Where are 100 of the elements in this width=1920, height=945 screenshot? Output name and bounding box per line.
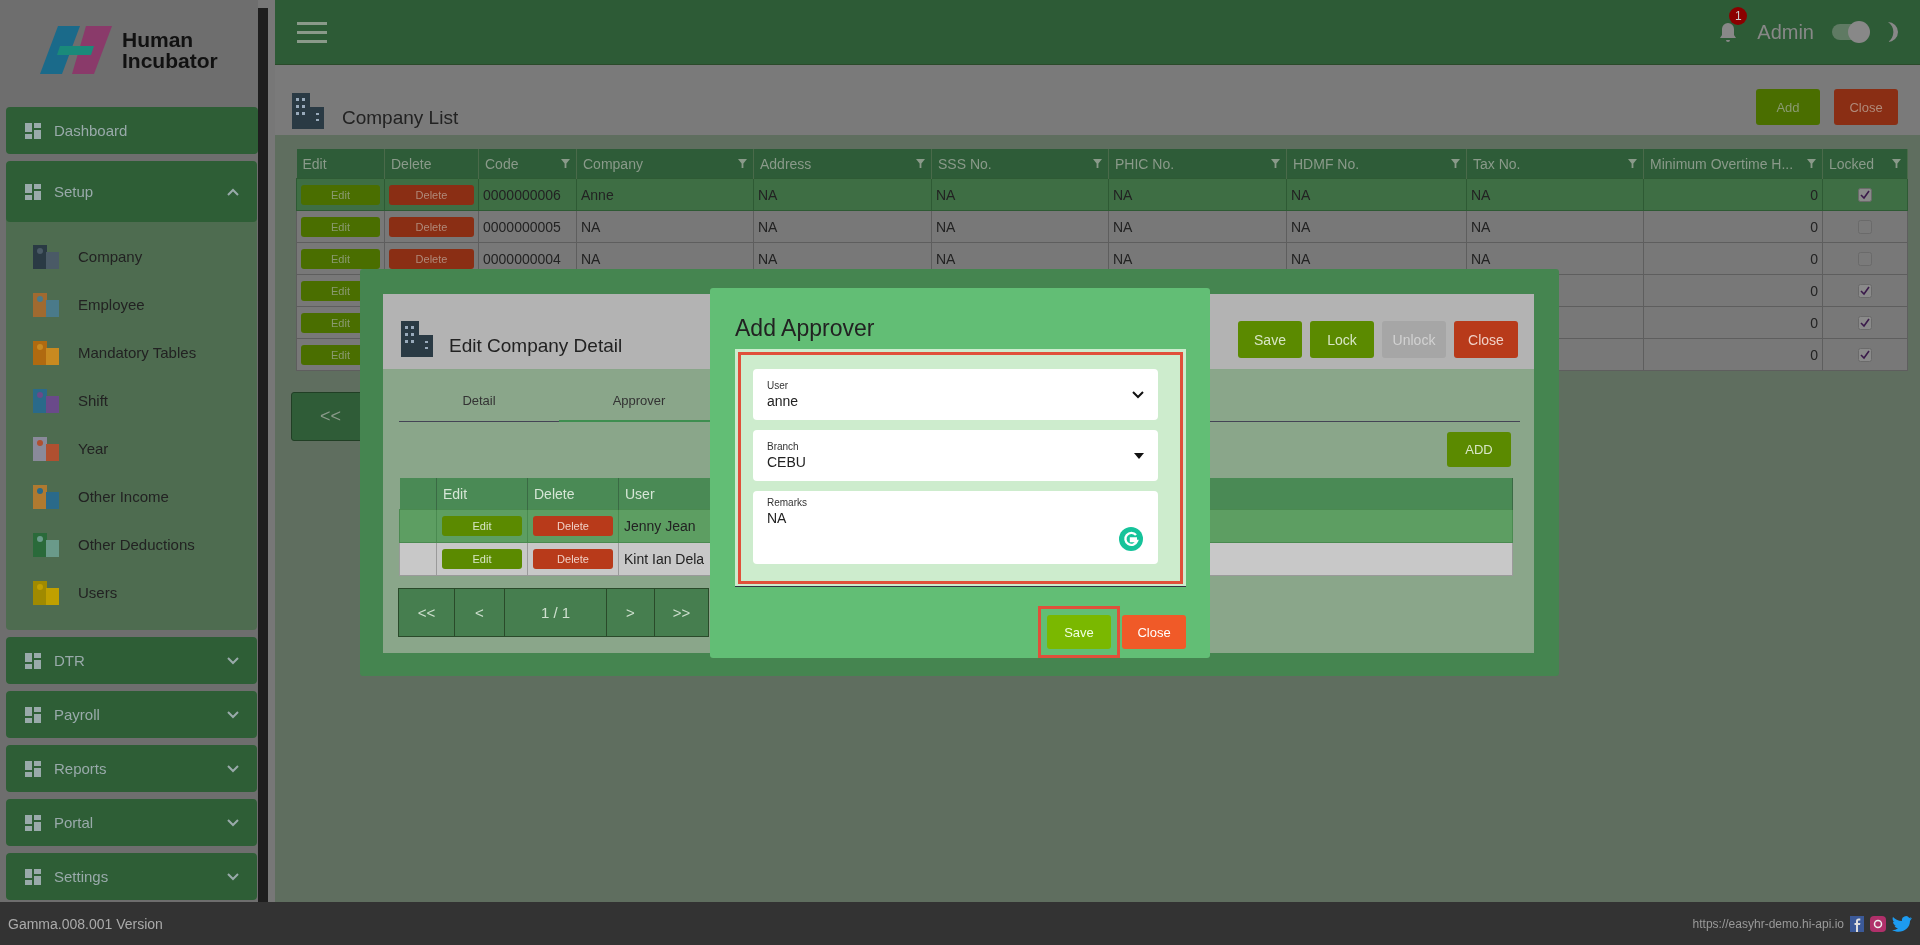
sidebar-group[interactable]: Settings bbox=[6, 853, 257, 900]
dialog-button[interactable]: Save bbox=[1238, 321, 1302, 358]
add-button[interactable]: ADD bbox=[1447, 432, 1511, 467]
column-header[interactable]: HDMF No. bbox=[1286, 149, 1467, 179]
sidebar-item[interactable]: Dashboard bbox=[6, 107, 258, 154]
pager-button[interactable]: > bbox=[606, 588, 655, 637]
delete-button[interactable]: Delete bbox=[533, 516, 613, 536]
table-cell: NA bbox=[758, 218, 778, 235]
table-cell: NA bbox=[581, 218, 601, 235]
remarks-field[interactable]: Remarks NA bbox=[753, 491, 1158, 564]
sidebar-item[interactable]: Shift bbox=[6, 376, 257, 424]
column-header[interactable]: Company bbox=[576, 149, 754, 179]
edit-button[interactable]: Edit bbox=[442, 516, 522, 536]
column-header[interactable]: Code bbox=[478, 149, 577, 179]
delete-button[interactable]: Delete bbox=[389, 216, 474, 237]
delete-button[interactable]: Delete bbox=[389, 184, 474, 205]
sidebar-item[interactable]: Other Deductions bbox=[6, 520, 257, 568]
column-header[interactable]: Address bbox=[753, 149, 932, 179]
facebook-icon[interactable] bbox=[1850, 915, 1864, 932]
filter-icon[interactable] bbox=[1807, 159, 1816, 168]
column-header[interactable]: Locked bbox=[1822, 149, 1908, 179]
sidebar-item[interactable]: Year bbox=[6, 424, 257, 472]
sidebar-item[interactable]: Mandatory Tables bbox=[6, 328, 257, 376]
table-cell: NA bbox=[758, 250, 778, 267]
scrollbar[interactable] bbox=[258, 8, 268, 902]
filter-icon[interactable] bbox=[1892, 159, 1901, 168]
menu-icon[interactable] bbox=[297, 21, 327, 43]
add-button[interactable]: Add bbox=[1756, 89, 1820, 125]
sidebar-group[interactable]: Portal bbox=[6, 799, 257, 846]
sidebar-group[interactable]: DTR bbox=[6, 637, 257, 684]
table-cell: NA bbox=[1471, 218, 1491, 235]
column-header[interactable]: Minimum Overtime H... bbox=[1643, 149, 1823, 179]
bird-icon[interactable] bbox=[1892, 915, 1912, 932]
version-text: Gamma.008.001 Version bbox=[8, 915, 163, 932]
sidebar-group[interactable]: Setup bbox=[6, 161, 257, 222]
moon-icon bbox=[1886, 21, 1900, 43]
table-cell: 0 bbox=[1810, 218, 1818, 235]
column-header[interactable]: Edit bbox=[436, 478, 528, 510]
filter-icon[interactable] bbox=[1628, 159, 1637, 168]
filter-icon[interactable] bbox=[916, 159, 925, 168]
close-button[interactable]: Close bbox=[1122, 615, 1186, 649]
filter-icon[interactable] bbox=[738, 159, 747, 168]
column-header[interactable]: Delete bbox=[384, 149, 479, 179]
edit-button[interactable]: Edit bbox=[442, 549, 522, 569]
edit-button[interactable]: Edit bbox=[301, 184, 380, 205]
sidebar-group[interactable]: Reports bbox=[6, 745, 257, 792]
pager-button[interactable]: < bbox=[454, 588, 505, 637]
grammar-icon[interactable] bbox=[1118, 526, 1144, 552]
chevron-icon[interactable] bbox=[227, 710, 239, 719]
table-cell: NA bbox=[581, 250, 601, 267]
sidebar-item[interactable]: Other Income bbox=[6, 472, 257, 520]
dialog-button[interactable]: Lock bbox=[1310, 321, 1374, 358]
checkbox[interactable] bbox=[1858, 315, 1872, 330]
table-cell: NA bbox=[1113, 218, 1133, 235]
chevron-icon[interactable] bbox=[227, 656, 239, 665]
theme-toggle[interactable] bbox=[1832, 24, 1868, 40]
chevron-icon[interactable] bbox=[227, 187, 239, 196]
checkbox[interactable] bbox=[1858, 347, 1872, 362]
delete-button[interactable]: Delete bbox=[389, 248, 474, 269]
table-cell: 0 bbox=[1810, 314, 1818, 331]
select-field[interactable]: User anne bbox=[753, 369, 1158, 420]
filter-icon[interactable] bbox=[1093, 159, 1102, 168]
chevron-icon[interactable] bbox=[227, 764, 239, 773]
column-header[interactable]: SSS No. bbox=[931, 149, 1109, 179]
pager-button[interactable]: 1 / 1 bbox=[504, 588, 607, 637]
filter-icon[interactable] bbox=[1451, 159, 1460, 168]
select-field[interactable]: Branch CEBU bbox=[753, 430, 1158, 481]
checkbox[interactable] bbox=[1858, 187, 1872, 202]
user-name[interactable]: Admin bbox=[1757, 20, 1814, 44]
sidebar-item[interactable]: Company bbox=[6, 232, 257, 280]
column-header[interactable]: PHIC No. bbox=[1108, 149, 1287, 179]
column-header[interactable]: Edit bbox=[296, 149, 385, 179]
dialog-button[interactable]: Close bbox=[1454, 321, 1518, 358]
table-cell: NA bbox=[936, 250, 956, 267]
edit-button[interactable]: Edit bbox=[301, 248, 380, 269]
table-row[interactable]: Edit Delete 0000000006 Anne NA NA NA NA NA 0 bbox=[296, 178, 1908, 211]
table-cell: 0 bbox=[1810, 346, 1818, 363]
sidebar-item[interactable]: Employee bbox=[6, 280, 257, 328]
pager-button[interactable]: << bbox=[398, 588, 455, 637]
edit-button[interactable]: Edit bbox=[301, 216, 380, 237]
filter-icon[interactable] bbox=[1271, 159, 1280, 168]
tab[interactable]: Detail bbox=[399, 381, 559, 422]
instagram-icon[interactable] bbox=[1870, 915, 1886, 932]
column-header[interactable]: Tax No. bbox=[1466, 149, 1644, 179]
close-button[interactable]: Close bbox=[1834, 89, 1898, 125]
checkbox[interactable] bbox=[1858, 283, 1872, 298]
pager-button[interactable]: >> bbox=[654, 588, 709, 637]
table-row[interactable]: Edit Delete 0000000005 NA NA NA NA NA NA 0 bbox=[296, 210, 1908, 243]
filter-icon[interactable] bbox=[561, 159, 570, 168]
column-header[interactable]: Delete bbox=[527, 478, 619, 510]
delete-button[interactable]: Delete bbox=[533, 549, 613, 569]
site-link[interactable]: https://easyhr-demo.hi-api.io bbox=[1692, 916, 1844, 931]
logo-icon bbox=[40, 26, 114, 74]
building-icon bbox=[32, 242, 60, 270]
save-button[interactable]: Save bbox=[1047, 615, 1111, 649]
chevron-icon[interactable] bbox=[227, 818, 239, 827]
sidebar-item[interactable]: Users bbox=[6, 568, 257, 616]
dialog-title: Add Approver bbox=[735, 315, 876, 343]
sidebar-group[interactable]: Payroll bbox=[6, 691, 257, 738]
chevron-icon[interactable] bbox=[227, 872, 239, 881]
